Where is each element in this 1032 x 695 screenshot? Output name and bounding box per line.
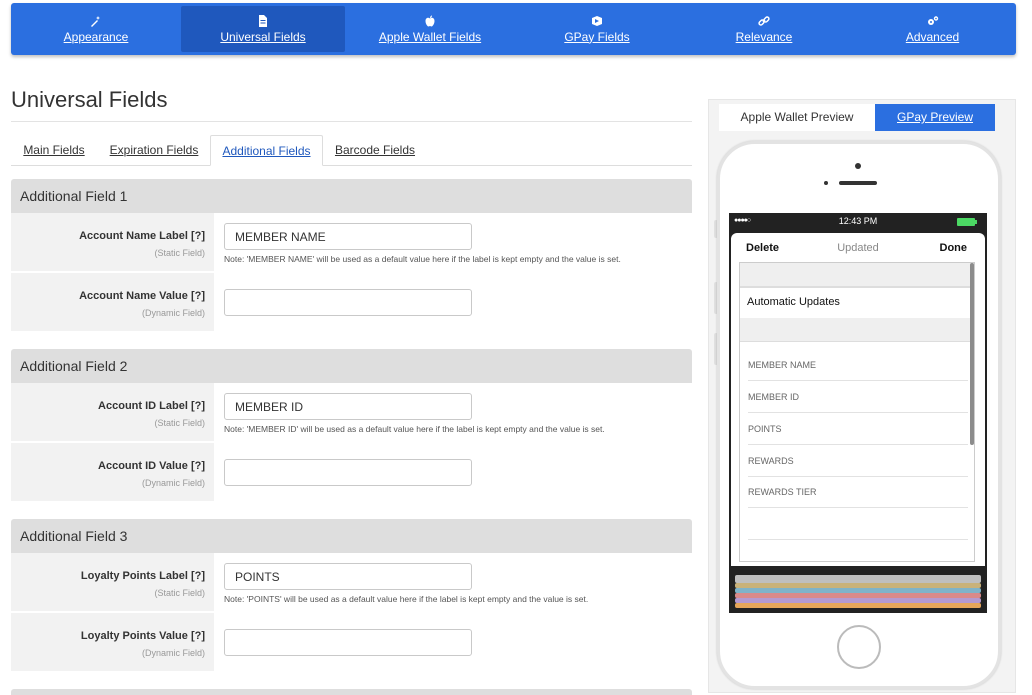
nav-advanced[interactable]: Advanced <box>849 3 1016 55</box>
field-label[interactable]: Account ID Label [?] <box>98 400 205 412</box>
section-title: Additional Field 1 <box>11 179 692 213</box>
additional-field-section: Additional Field 1 Account Name Label [?… <box>11 179 692 333</box>
field-type: (Static Field) <box>154 418 205 428</box>
nav-label: Relevance <box>735 29 793 44</box>
account-id-label-input[interactable] <box>224 393 472 420</box>
list-item <box>748 540 968 561</box>
field-label[interactable]: Account ID Value [?] <box>98 460 205 472</box>
tab-barcode-fields[interactable]: Barcode Fields <box>325 135 425 166</box>
automatic-updates-label: Automatic Updates <box>747 296 840 308</box>
done-button[interactable]: Done <box>940 242 968 254</box>
phone-speaker <box>839 181 877 185</box>
pass-back: Automatic Updates MEMBER NAME MEMBER ID … <box>739 262 975 562</box>
form-row: Account Name Label [?] (Static Field) No… <box>11 213 692 273</box>
apple-icon <box>425 15 435 26</box>
field-label[interactable]: Account Name Label [?] <box>79 230 205 242</box>
phone-screen: ●●●●○ 12:43 PM Updated Delete Done Autom… <box>729 213 987 613</box>
phone-camera <box>855 163 861 169</box>
field-label[interactable]: Account Name Value [?] <box>79 290 205 302</box>
list-item: MEMBER NAME <box>748 349 968 381</box>
loyalty-points-label-input[interactable] <box>224 563 472 590</box>
tab-apple-wallet-preview[interactable]: Apple Wallet Preview <box>719 104 875 131</box>
pass-stack <box>735 575 981 583</box>
magic-wand-icon <box>91 15 100 27</box>
list-item <box>748 508 968 540</box>
nav-apple-wallet-fields[interactable]: Apple Wallet Fields <box>345 3 515 55</box>
phone-sensor <box>824 181 828 185</box>
account-id-value-input[interactable] <box>224 459 472 486</box>
next-section-head <box>11 689 692 695</box>
nav-label: Universal Fields <box>220 29 306 44</box>
status-time: 12:43 PM <box>838 216 878 226</box>
list-item: POINTS <box>748 413 968 445</box>
form-row: Account ID Label [?] (Static Field) Note… <box>11 383 692 443</box>
field-type: (Dynamic Field) <box>141 308 205 318</box>
nav-appearance[interactable]: Appearance <box>11 3 181 55</box>
document-icon <box>259 14 267 27</box>
form-row: Loyalty Points Label [?] (Static Field) … <box>11 553 692 613</box>
section-title: Additional Field 3 <box>11 519 692 553</box>
pass-sheet: Updated Delete Done Automatic Updates ME… <box>731 233 985 566</box>
page-title: Universal Fields <box>11 87 168 112</box>
account-name-value-input[interactable] <box>224 289 472 316</box>
nav-label: Apple Wallet Fields <box>378 29 482 44</box>
pass-stack <box>735 603 981 608</box>
subtabs: Main Fields Expiration Fields Additional… <box>11 135 692 166</box>
form-row: Loyalty Points Value [?] (Dynamic Field) <box>11 613 692 673</box>
tab-main-fields[interactable]: Main Fields <box>11 135 97 166</box>
additional-field-section: Additional Field 3 Loyalty Points Label … <box>11 519 692 673</box>
phone-home-button <box>837 625 881 669</box>
tab-gpay-preview[interactable]: GPay Preview <box>875 104 995 131</box>
scrollbar[interactable] <box>970 263 974 445</box>
account-name-label-input[interactable] <box>224 223 472 250</box>
tab-expiration-fields[interactable]: Expiration Fields <box>99 135 209 166</box>
nav-label: Appearance <box>63 29 129 44</box>
list-item: REWARDS TIER <box>748 476 968 508</box>
section-title: Additional Field 2 <box>11 349 692 383</box>
delete-button[interactable]: Delete <box>746 242 779 254</box>
tab-additional-fields[interactable]: Additional Fields <box>210 135 323 166</box>
gpay-icon <box>592 15 602 26</box>
additional-field-section: Additional Field 2 Account ID Label [?] … <box>11 349 692 503</box>
form-row: Account Name Value [?] (Dynamic Field) <box>11 273 692 333</box>
status-bar: ●●●●○ 12:43 PM <box>729 213 987 230</box>
field-type: (Static Field) <box>154 588 205 598</box>
nav-relevance[interactable]: Relevance <box>679 3 849 55</box>
sheet-header: Updated Delete Done <box>731 233 985 261</box>
field-label[interactable]: Loyalty Points Value [?] <box>81 630 205 642</box>
nav-label: Advanced <box>905 29 960 44</box>
field-type: (Dynamic Field) <box>141 478 205 488</box>
field-type: (Dynamic Field) <box>141 648 205 658</box>
divider <box>11 121 692 122</box>
field-note: Note: 'MEMBER NAME' will be used as a de… <box>224 254 621 264</box>
nav-label: GPay Fields <box>564 29 630 44</box>
nav-gpay-fields[interactable]: GPay Fields <box>515 3 679 55</box>
nav-universal-fields[interactable]: Universal Fields <box>181 6 345 52</box>
link-icon <box>758 15 770 26</box>
list-item: MEMBER ID <box>748 381 968 413</box>
field-note: Note: 'MEMBER ID' will be used as a defa… <box>224 424 605 434</box>
gears-icon <box>927 15 938 25</box>
form-row: Account ID Value [?] (Dynamic Field) <box>11 443 692 503</box>
list-item: REWARDS <box>748 445 968 477</box>
loyalty-points-value-input[interactable] <box>224 629 472 656</box>
field-type: (Static Field) <box>154 248 205 258</box>
field-note: Note: 'POINTS' will be used as a default… <box>224 594 589 604</box>
top-nav: Appearance Universal Fields Apple Wallet… <box>11 3 1016 55</box>
battery-icon <box>957 218 975 226</box>
field-label[interactable]: Loyalty Points Label [?] <box>81 570 205 582</box>
